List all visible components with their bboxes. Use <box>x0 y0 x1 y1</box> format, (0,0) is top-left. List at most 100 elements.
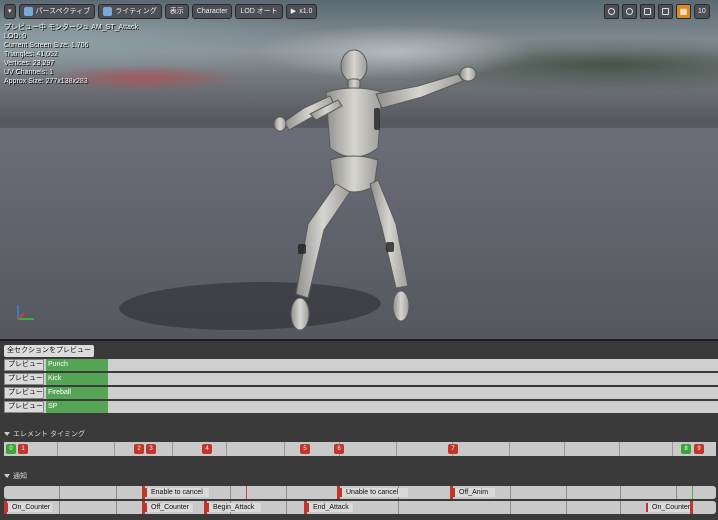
section-name[interactable]: Fireball <box>46 387 108 399</box>
axis-gizmo-icon <box>17 305 34 320</box>
camera-icon <box>662 8 669 15</box>
camera-speed-button[interactable]: 10 <box>694 4 710 19</box>
track-tick <box>116 486 117 499</box>
timing-marker[interactable]: 6 <box>334 444 344 454</box>
notify-track-2[interactable]: On_Counter Off_Counter Begin_Attack End_… <box>4 501 716 514</box>
notify-item[interactable]: Enable to cancel <box>145 488 209 497</box>
lighting-icon <box>103 7 113 16</box>
montage-panel: 全セクションをプレビュー プレビュー Punch プレビュー Kick プレビュ… <box>0 339 718 520</box>
timing-marker[interactable]: 5 <box>300 444 310 454</box>
collapse-arrow-icon <box>4 432 10 436</box>
track-tick <box>57 442 58 456</box>
stats-approx-size-line: Approx Size: 277x138x283 <box>4 78 88 85</box>
scale-icon <box>644 8 651 15</box>
perspective-button[interactable]: パースペクティブ <box>18 4 96 19</box>
section-preview-button[interactable]: プレビュー <box>4 373 44 385</box>
track-tick <box>620 501 621 514</box>
end-marker-line <box>692 486 693 499</box>
track-tick <box>114 442 115 456</box>
stats-triangles-line: Triangles: 41,052 <box>4 51 58 58</box>
playback-speed-button[interactable]: ▶ x1.0 <box>285 4 318 19</box>
section-row-sp: プレビュー SP <box>4 401 718 413</box>
notify-header[interactable]: 通知 <box>4 471 27 481</box>
track-tick <box>286 501 287 514</box>
stats-uv-line: UV Channels: 1 <box>4 69 54 76</box>
section-row-punch: プレビュー Punch <box>4 359 718 371</box>
track-tick <box>676 486 677 499</box>
notify-marker[interactable] <box>690 501 693 514</box>
grid-icon: ▦ <box>679 7 688 16</box>
timing-marker[interactable]: 3 <box>146 444 156 454</box>
scale-toggle-button[interactable] <box>640 4 655 19</box>
element-timing-header[interactable]: エレメント タイミング <box>4 429 85 439</box>
stats-lod-line: LOD: 0 <box>4 33 27 40</box>
show-button[interactable]: 表示 <box>164 4 189 19</box>
timing-marker[interactable]: 8 <box>681 444 691 454</box>
playhead-line <box>246 486 247 499</box>
notify-item[interactable]: Off_Counter <box>145 503 193 512</box>
viewport-toolbar-right: ▦ 10 <box>604 4 710 19</box>
section-row-kick: プレビュー Kick <box>4 373 718 385</box>
notify-track-1[interactable]: Enable to cancel Unable to cancel Off_An… <box>4 486 716 499</box>
timing-marker[interactable]: 2 <box>134 444 144 454</box>
track-tick <box>59 501 60 514</box>
notify-item[interactable]: On_Counter <box>646 503 690 512</box>
notify-item[interactable]: Off_Anim <box>453 488 495 497</box>
section-preview-button[interactable]: プレビュー <box>4 387 44 399</box>
timing-marker[interactable]: 4 <box>202 444 212 454</box>
track-tick <box>566 501 567 514</box>
lod-auto-button[interactable]: LOD オート <box>235 4 283 19</box>
stats-screen-size-line: Current Screen Size: 1.706 <box>4 42 89 49</box>
track-tick <box>172 442 173 456</box>
track-tick <box>672 442 673 456</box>
character-button[interactable]: Character <box>191 4 233 19</box>
perspective-icon <box>23 7 33 16</box>
rotate-icon <box>626 8 633 15</box>
notify-item[interactable]: Unable to cancel <box>340 488 408 497</box>
section-row-fireball: プレビュー Fireball <box>4 387 718 399</box>
section-name[interactable]: SP <box>46 401 108 413</box>
element-timing-track[interactable]: 0 1 2 3 4 5 6 7 8 9 <box>4 442 716 456</box>
track-tick <box>230 486 231 499</box>
section-preview-button[interactable]: プレビュー <box>4 359 44 371</box>
track-tick <box>286 486 287 499</box>
track-tick <box>510 486 511 499</box>
timing-marker[interactable]: 0 <box>6 444 16 454</box>
play-icon: ▶ <box>290 8 297 15</box>
timing-marker[interactable]: 7 <box>448 444 458 454</box>
preview-viewport[interactable]: ▾ パースペクティブ ライティング 表示 Character LOD オート ▶… <box>0 0 718 339</box>
mannequin-character[interactable] <box>258 48 488 338</box>
viewport-toolbar: ▾ パースペクティブ ライティング 表示 Character LOD オート ▶… <box>4 4 318 19</box>
stats-vertices-line: Vertices: 23,297 <box>4 60 55 67</box>
track-tick <box>59 486 60 499</box>
section-name[interactable]: Punch <box>46 359 108 371</box>
viewport-stats: プレビュー中 モンタージュ AM_ST_Attack LOD: 0 Curren… <box>4 23 138 86</box>
timing-marker[interactable]: 9 <box>694 444 704 454</box>
collapse-arrow-icon <box>4 474 10 478</box>
track-tick <box>620 486 621 499</box>
section-name[interactable]: Kick <box>46 373 108 385</box>
track-tick <box>509 442 510 456</box>
camera-button[interactable] <box>658 4 673 19</box>
transform-icon <box>608 8 615 15</box>
track-tick <box>226 442 227 456</box>
section-preview-button[interactable]: プレビュー <box>4 401 44 413</box>
notify-item[interactable]: End_Attack <box>307 503 353 512</box>
lighting-button[interactable]: ライティング <box>98 4 162 19</box>
dropdown-arrow-icon: ▾ <box>8 8 12 15</box>
preview-all-sections-button[interactable]: 全セクションをプレビュー <box>4 345 94 357</box>
grid-snap-button[interactable]: ▦ <box>676 4 691 19</box>
transform-toggle-button[interactable] <box>604 4 619 19</box>
track-tick <box>566 486 567 499</box>
rotate-toggle-button[interactable] <box>622 4 637 19</box>
notify-item[interactable]: On_Counter <box>6 503 52 512</box>
track-tick <box>619 442 620 456</box>
track-tick <box>510 501 511 514</box>
timing-marker[interactable]: 1 <box>18 444 28 454</box>
viewport-options-button[interactable]: ▾ <box>4 4 16 19</box>
track-tick <box>284 442 285 456</box>
stats-preview-line: プレビュー中 モンタージュ AM_ST_Attack <box>4 24 138 31</box>
track-tick <box>398 501 399 514</box>
notify-item[interactable]: Begin_Attack <box>207 503 261 512</box>
track-tick <box>564 442 565 456</box>
